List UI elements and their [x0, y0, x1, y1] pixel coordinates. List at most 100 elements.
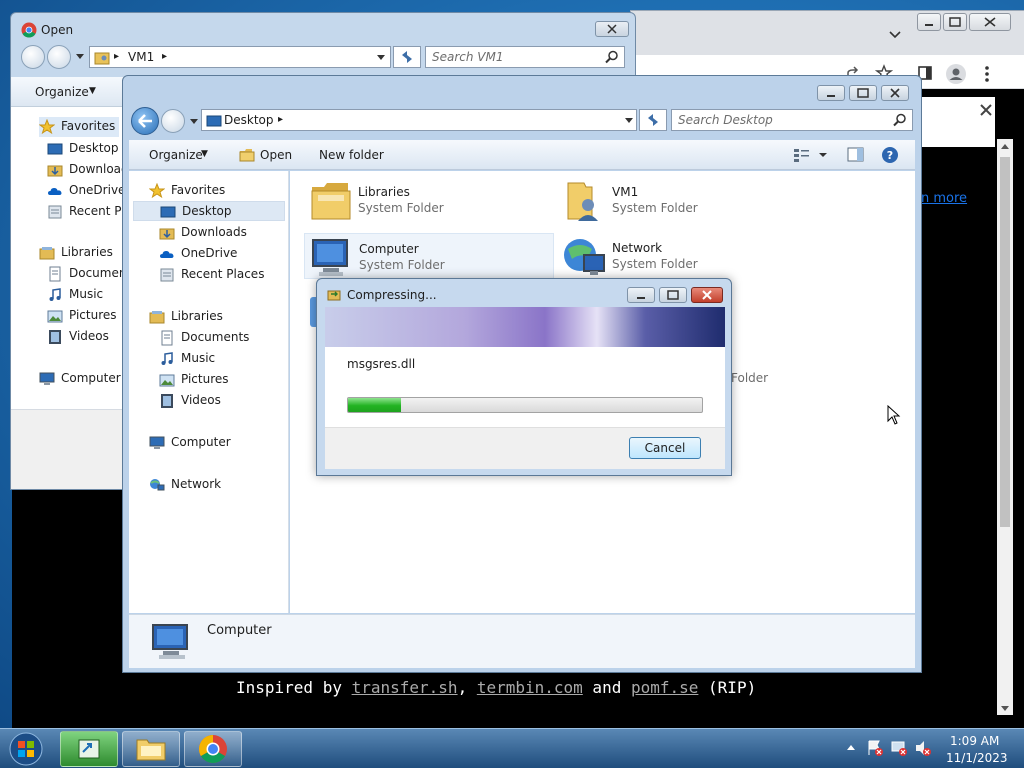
- maximize-button[interactable]: [659, 287, 687, 303]
- menu-dots-icon[interactable]: [983, 65, 991, 83]
- minimize-button[interactable]: [627, 287, 655, 303]
- forward-button[interactable]: [47, 45, 71, 69]
- termbin-link[interactable]: termbin.com: [477, 678, 583, 697]
- pomf-link[interactable]: pomf.se: [631, 678, 698, 697]
- nav-item-pictures[interactable]: Pictures: [159, 370, 285, 390]
- refresh-button[interactable]: [639, 109, 667, 131]
- nav-item-favorites[interactable]: Favorites: [39, 117, 119, 137]
- nav-item-music[interactable]: Music: [47, 285, 123, 305]
- chevron-down-icon[interactable]: [887, 29, 903, 41]
- command-bar: Organize ▼ Open New folder ?: [129, 140, 915, 170]
- volume-muted-icon[interactable]: [914, 739, 932, 757]
- address-dropdown-icon[interactable]: [624, 117, 634, 125]
- nav-item-label: OneDrive: [69, 183, 126, 197]
- scroll-thumb[interactable]: [1000, 157, 1010, 527]
- open-button[interactable]: Open: [260, 148, 292, 162]
- nav-item-videos[interactable]: Videos: [47, 327, 123, 347]
- close-button[interactable]: [881, 85, 909, 101]
- nav-item-documents[interactable]: Documents: [159, 328, 285, 348]
- nav-item-favorites[interactable]: Favorites: [149, 181, 279, 201]
- taskbar-app-transfer[interactable]: [60, 731, 118, 767]
- nav-item-onedrive[interactable]: OneDrive: [47, 181, 126, 201]
- nav-item-label: Documen: [69, 266, 127, 280]
- nav-item-documents[interactable]: Documen: [47, 264, 127, 284]
- maximize-button[interactable]: [943, 13, 967, 31]
- minimize-button[interactable]: [817, 85, 845, 101]
- learn-more-link[interactable]: n more: [921, 191, 967, 206]
- nav-item-computer[interactable]: Computer: [149, 433, 285, 453]
- refresh-button[interactable]: [393, 46, 421, 68]
- nav-item-onedrive[interactable]: OneDrive: [159, 244, 285, 264]
- view-options-icon[interactable]: [793, 147, 827, 163]
- nav-item-downloads[interactable]: Download: [47, 160, 129, 180]
- search-input[interactable]: Search VM1: [425, 46, 625, 68]
- close-button[interactable]: [595, 21, 629, 37]
- scroll-up-arrow-icon[interactable]: [1000, 142, 1010, 150]
- page-scrollbar[interactable]: [997, 139, 1013, 715]
- organize-button[interactable]: Organize: [149, 148, 203, 162]
- nav-item-libraries[interactable]: Libraries: [39, 243, 123, 263]
- nav-item-downloads[interactable]: Downloads: [159, 223, 285, 243]
- new-folder-button[interactable]: New folder: [319, 148, 384, 162]
- breadcrumb-vm1[interactable]: VM1: [128, 50, 154, 64]
- cancel-button[interactable]: Cancel: [629, 437, 701, 459]
- back-button[interactable]: [131, 107, 159, 135]
- file-item-computer[interactable]: Computer System Folder: [304, 233, 554, 279]
- clock-date[interactable]: 11/1/2023: [946, 751, 1008, 765]
- nav-item-pictures[interactable]: Pictures: [47, 306, 123, 326]
- preview-pane-icon[interactable]: [847, 147, 865, 163]
- breadcrumb-arrow-icon: ▸: [162, 51, 168, 62]
- recent-places-icon: [47, 204, 63, 220]
- action-center-flag-icon[interactable]: [866, 739, 884, 757]
- network-icon: [149, 477, 165, 493]
- nav-item-libraries[interactable]: Libraries: [149, 307, 285, 327]
- nav-item-desktop[interactable]: Desktop: [133, 201, 285, 221]
- profile-avatar-icon[interactable]: [945, 63, 967, 85]
- minimize-button[interactable]: [917, 13, 941, 31]
- nav-item-videos[interactable]: Videos: [159, 391, 285, 411]
- search-input[interactable]: Search Desktop: [671, 109, 913, 131]
- nav-item-recent-places[interactable]: Recent Pla: [47, 202, 132, 222]
- nav-item-recent-places[interactable]: Recent Places: [159, 265, 285, 285]
- maximize-button[interactable]: [849, 85, 877, 101]
- search-icon[interactable]: [605, 50, 619, 64]
- inspired-separator: and: [582, 678, 631, 697]
- nav-item-desktop[interactable]: Desktop: [47, 139, 123, 159]
- close-button[interactable]: [691, 287, 723, 303]
- nav-item-music[interactable]: Music: [159, 349, 285, 369]
- recent-pages-dropdown-icon[interactable]: [189, 118, 199, 126]
- transfer-sh-link[interactable]: transfer.sh: [352, 678, 458, 697]
- help-icon[interactable]: ?: [881, 146, 899, 164]
- taskbar-chrome[interactable]: [184, 731, 242, 767]
- partial-item-type: Folder: [731, 371, 769, 385]
- close-icon[interactable]: [979, 103, 993, 117]
- nav-item-computer[interactable]: Computer: [39, 369, 123, 389]
- close-button[interactable]: [969, 13, 1011, 31]
- onedrive-icon: [47, 183, 63, 199]
- address-bar[interactable]: Desktop ▸: [201, 109, 637, 131]
- desktop-icon: [206, 113, 222, 129]
- forward-button[interactable]: [161, 109, 185, 133]
- file-item-network[interactable]: Network System Folder: [558, 233, 808, 279]
- organize-dropdown-icon[interactable]: ▼: [89, 86, 96, 96]
- search-icon[interactable]: [893, 113, 907, 127]
- scroll-down-arrow-icon[interactable]: [1000, 705, 1010, 713]
- address-dropdown-icon[interactable]: [376, 54, 386, 62]
- address-bar[interactable]: ▸ VM1 ▸: [89, 46, 391, 68]
- videos-icon: [47, 329, 63, 345]
- clock-time[interactable]: 1:09 AM: [950, 734, 999, 748]
- computer-icon: [309, 236, 355, 280]
- breadcrumb-desktop[interactable]: Desktop: [224, 113, 274, 127]
- nav-item-network[interactable]: Network: [149, 475, 285, 495]
- file-item-vm1[interactable]: VM1 System Folder: [558, 177, 808, 223]
- star-icon: [39, 119, 55, 135]
- back-button[interactable]: [21, 45, 45, 69]
- organize-button[interactable]: Organize: [35, 85, 89, 99]
- organize-dropdown-icon[interactable]: ▼: [201, 149, 208, 159]
- show-hidden-icons-icon[interactable]: [846, 743, 856, 751]
- taskbar-explorer[interactable]: [122, 731, 180, 767]
- network-status-icon[interactable]: [890, 739, 908, 757]
- recent-pages-dropdown-icon[interactable]: [75, 53, 85, 61]
- start-button[interactable]: [4, 731, 48, 767]
- file-item-libraries[interactable]: Libraries System Folder: [304, 177, 554, 223]
